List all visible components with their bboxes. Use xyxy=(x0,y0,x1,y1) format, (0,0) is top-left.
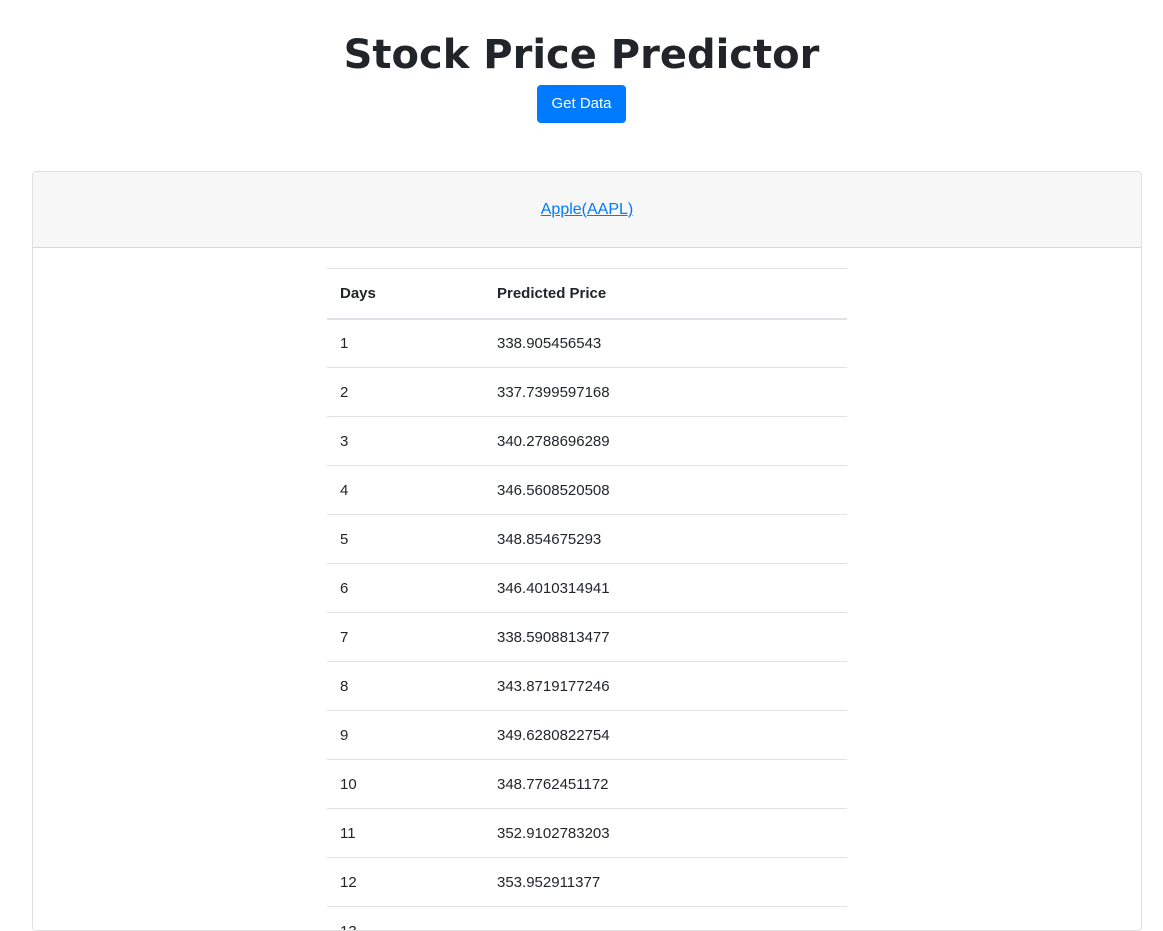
price-cell: 343.8719177246 xyxy=(484,662,847,711)
table-row: 2337.7399597168 xyxy=(327,368,847,417)
card-header: Apple(AAPL) xyxy=(33,172,1141,248)
price-cell: 337.7399597168 xyxy=(484,368,847,417)
day-cell: 1 xyxy=(327,319,484,368)
stock-link-aapl[interactable]: Apple(AAPL) xyxy=(541,201,634,219)
table-row: 7338.5908813477 xyxy=(327,613,847,662)
get-data-button[interactable]: Get Data xyxy=(537,85,625,123)
column-header-predicted-price: Predicted Price xyxy=(484,269,847,319)
day-cell: 2 xyxy=(327,368,484,417)
day-cell: 6 xyxy=(327,564,484,613)
page-title: Stock Price Predictor xyxy=(0,32,1163,78)
table-row: 8343.8719177246 xyxy=(327,662,847,711)
day-cell: 12 xyxy=(327,858,484,907)
price-cell: 353.952911377 xyxy=(484,858,847,907)
day-cell: 5 xyxy=(327,515,484,564)
table-row: 10348.7762451172 xyxy=(327,760,847,809)
prediction-table: Days Predicted Price 1338.905456543 2337… xyxy=(327,268,847,931)
table-row: 12353.952911377 xyxy=(327,858,847,907)
column-header-days: Days xyxy=(327,269,484,319)
price-cell: 340.2788696289 xyxy=(484,417,847,466)
price-cell: 338.5908813477 xyxy=(484,613,847,662)
day-cell: 7 xyxy=(327,613,484,662)
day-cell: 9 xyxy=(327,711,484,760)
stock-card: Apple(AAPL) Days Predicted Price 1338.90… xyxy=(32,171,1142,931)
card-body: Days Predicted Price 1338.905456543 2337… xyxy=(33,248,1141,931)
day-cell: 8 xyxy=(327,662,484,711)
day-cell: 10 xyxy=(327,760,484,809)
price-cell: 346.4010314941 xyxy=(484,564,847,613)
day-cell: 3 xyxy=(327,417,484,466)
table-row: 4346.5608520508 xyxy=(327,466,847,515)
price-cell: 338.905456543 xyxy=(484,319,847,368)
price-cell: 346.5608520508 xyxy=(484,466,847,515)
table-row: 3340.2788696289 xyxy=(327,417,847,466)
day-cell: 11 xyxy=(327,809,484,858)
price-cell: 352.9102783203 xyxy=(484,809,847,858)
table-header-row: Days Predicted Price xyxy=(327,269,847,319)
day-cell: 4 xyxy=(327,466,484,515)
price-cell: 348.7762451172 xyxy=(484,760,847,809)
table-row: 6346.4010314941 xyxy=(327,564,847,613)
table-row: 1338.905456543 xyxy=(327,319,847,368)
price-cell: 348.854675293 xyxy=(484,515,847,564)
table-row: 5348.854675293 xyxy=(327,515,847,564)
price-cell: 349.6280822754 xyxy=(484,711,847,760)
table-row: 11352.9102783203 xyxy=(327,809,847,858)
page-header: Stock Price Predictor Get Data xyxy=(0,0,1163,123)
table-row: 9349.6280822754 xyxy=(327,711,847,760)
